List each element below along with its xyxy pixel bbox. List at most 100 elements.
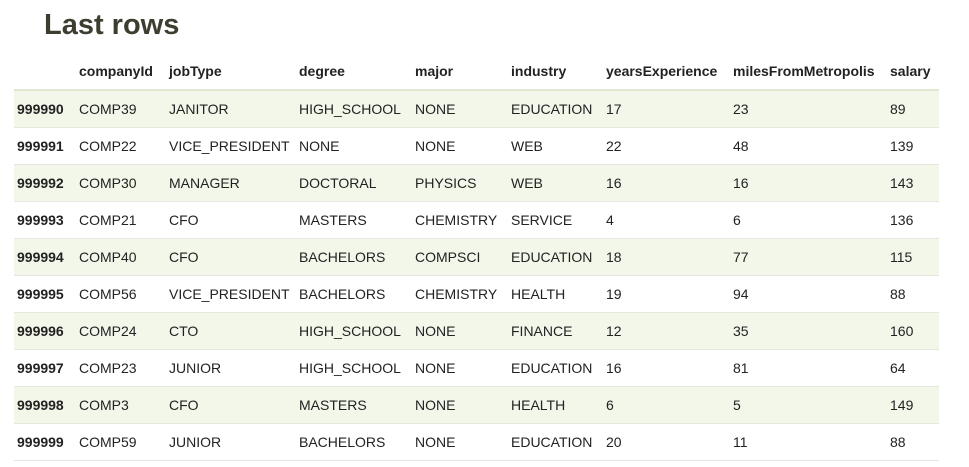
table-row: 999999 COMP59 JUNIOR BACHELORS NONE EDUCATION… [14,423,939,461]
row-index: 999992 [14,164,76,202]
table-row: 999991 COMP22 VICE_PRESIDENT NONE NONE WEB 22 4… [14,127,939,165]
cell-salary: 139 [887,127,939,165]
table-row: 999996 COMP24 CTO HIGH_SCHOOL NONE FINANCE 12 3… [14,312,939,350]
cell-salary: 149 [887,386,939,424]
row-index: 999999 [14,423,76,461]
cell-jobType: CFO [166,238,296,276]
table-body: 999990 COMP39 JANITOR HIGH_SCHOOL NONE EDUCAT… [14,90,939,461]
cell-yearsExperience: 20 [603,423,730,461]
cell-industry: EDUCATION [508,238,603,276]
cell-degree: HIGH_SCHOOL [296,349,412,387]
cell-salary: 160 [887,312,939,350]
cell-companyId: COMP22 [76,127,166,165]
column-header-companyId: companyId [76,53,166,91]
column-header-degree: degree [296,53,412,91]
cell-salary: 88 [887,423,939,461]
table-row: 999994 COMP40 CFO BACHELORS COMPSCI EDUCATION… [14,238,939,276]
cell-degree: HIGH_SCHOOL [296,90,412,128]
cell-yearsExperience: 16 [603,164,730,202]
cell-degree: MASTERS [296,386,412,424]
last-rows-table: companyId jobType degree major industry years… [14,53,939,461]
cell-major: NONE [412,127,508,165]
row-index: 999990 [14,90,76,128]
table-row: 999993 COMP21 CFO MASTERS CHEMISTRY SERVICE 4 6… [14,201,939,239]
cell-degree: HIGH_SCHOOL [296,312,412,350]
row-index: 999997 [14,349,76,387]
cell-major: NONE [412,312,508,350]
cell-jobType: CFO [166,201,296,239]
cell-yearsExperience: 16 [603,349,730,387]
cell-yearsExperience: 22 [603,127,730,165]
column-header-salary: salary [887,53,939,91]
column-header-major: major [412,53,508,91]
cell-salary: 136 [887,201,939,239]
cell-salary: 89 [887,90,939,128]
cell-milesFromMetropolis: 77 [730,238,887,276]
cell-major: NONE [412,349,508,387]
cell-major: CHEMISTRY [412,275,508,313]
cell-companyId: COMP30 [76,164,166,202]
table-row: 999997 COMP23 JUNIOR HIGH_SCHOOL NONE EDUCATI… [14,349,939,387]
cell-major: CHEMISTRY [412,201,508,239]
cell-companyId: COMP59 [76,423,166,461]
header-row: companyId jobType degree major industry years… [14,53,939,91]
cell-companyId: COMP39 [76,90,166,128]
cell-degree: BACHELORS [296,238,412,276]
column-header-milesFromMetropolis: milesFromMetropolis [730,53,887,91]
cell-yearsExperience: 6 [603,386,730,424]
cell-degree: NONE [296,127,412,165]
cell-salary: 88 [887,275,939,313]
page: Last rows companyId jobType degree major ind… [0,0,969,467]
table-header: companyId jobType degree major industry years… [14,53,939,91]
cell-jobType: VICE_PRESIDENT [166,275,296,313]
cell-jobType: CTO [166,312,296,350]
cell-yearsExperience: 19 [603,275,730,313]
cell-major: NONE [412,386,508,424]
cell-degree: MASTERS [296,201,412,239]
table-row: 999998 COMP3 CFO MASTERS NONE HEALTH 6 5 149 [14,386,939,424]
cell-companyId: COMP3 [76,386,166,424]
cell-industry: FINANCE [508,312,603,350]
cell-degree: DOCTORAL [296,164,412,202]
cell-jobType: JUNIOR [166,423,296,461]
cell-jobType: CFO [166,386,296,424]
cell-industry: WEB [508,127,603,165]
cell-major: NONE [412,423,508,461]
cell-milesFromMetropolis: 6 [730,201,887,239]
column-header-yearsExperience: yearsExperience [603,53,730,91]
cell-industry: WEB [508,164,603,202]
row-index: 999998 [14,386,76,424]
cell-yearsExperience: 12 [603,312,730,350]
cell-major: NONE [412,90,508,128]
cell-industry: EDUCATION [508,349,603,387]
cell-milesFromMetropolis: 16 [730,164,887,202]
cell-jobType: MANAGER [166,164,296,202]
cell-companyId: COMP56 [76,275,166,313]
cell-milesFromMetropolis: 11 [730,423,887,461]
cell-yearsExperience: 18 [603,238,730,276]
table-row: 999990 COMP39 JANITOR HIGH_SCHOOL NONE EDUCAT… [14,90,939,128]
cell-industry: SERVICE [508,201,603,239]
row-index: 999994 [14,238,76,276]
cell-salary: 143 [887,164,939,202]
table-row: 999995 COMP56 VICE_PRESIDENT BACHELORS CHEMI… [14,275,939,313]
cell-companyId: COMP24 [76,312,166,350]
column-header-industry: industry [508,53,603,91]
cell-industry: EDUCATION [508,423,603,461]
column-header-jobType: jobType [166,53,296,91]
cell-jobType: VICE_PRESIDENT [166,127,296,165]
cell-salary: 64 [887,349,939,387]
row-index: 999996 [14,312,76,350]
row-index: 999991 [14,127,76,165]
cell-jobType: JANITOR [166,90,296,128]
cell-industry: HEALTH [508,386,603,424]
cell-milesFromMetropolis: 5 [730,386,887,424]
cell-companyId: COMP40 [76,238,166,276]
cell-industry: HEALTH [508,275,603,313]
cell-milesFromMetropolis: 23 [730,90,887,128]
row-index: 999995 [14,275,76,313]
cell-salary: 115 [887,238,939,276]
cell-milesFromMetropolis: 35 [730,312,887,350]
cell-companyId: COMP23 [76,349,166,387]
cell-milesFromMetropolis: 48 [730,127,887,165]
